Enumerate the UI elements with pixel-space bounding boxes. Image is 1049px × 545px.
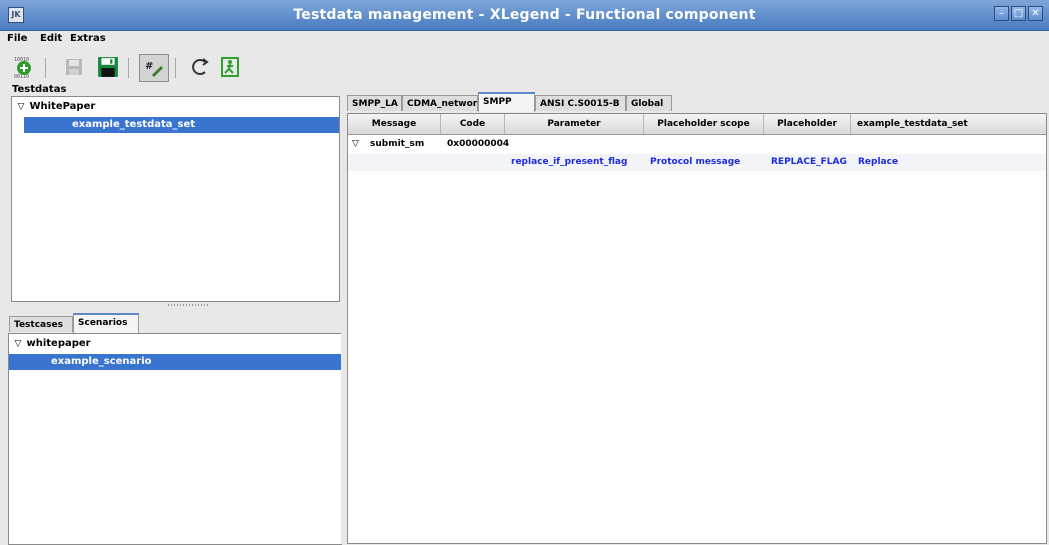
tree-item-label: example_scenario	[51, 356, 152, 367]
scope-cell: Protocol message	[650, 157, 741, 167]
main-tab-bar: SMPP_LA CDMA_network SMPP 3.4 ANSI C.S00…	[347, 92, 1047, 123]
table-header: Message Code Parameter Placeholder scope…	[348, 114, 1046, 135]
column-header-placeholder[interactable]: Placeholder	[764, 114, 851, 134]
close-icon[interactable]: ✕	[1028, 6, 1043, 21]
binary-data-add-icon[interactable]: 10010 00110	[12, 55, 36, 79]
toolbar-separator	[45, 58, 46, 78]
save-icon[interactable]	[96, 55, 120, 79]
toolbar-separator	[175, 58, 176, 78]
scenarios-tree[interactable]: ▽ whitepaper example_scenario	[8, 333, 342, 545]
parameter-cell: replace_if_present_flag	[511, 157, 628, 167]
table-row[interactable]: ▽ submit_sm 0x00000004	[348, 136, 1046, 153]
expanded-triangle-icon[interactable]: ▽	[13, 336, 23, 352]
menu-bar: File Edit Extras	[0, 31, 1049, 48]
tab-testcases[interactable]: Testcases	[9, 316, 73, 332]
tree-item-example-scenario[interactable]: example_scenario	[9, 354, 341, 370]
menu-extras[interactable]: Extras	[70, 33, 106, 44]
expanded-triangle-icon[interactable]: ▽	[16, 99, 26, 115]
tree-item-whitepaper-scenarios[interactable]: ▽ whitepaper	[9, 336, 341, 352]
value-cell[interactable]: Replace	[858, 154, 898, 171]
menu-edit[interactable]: Edit	[40, 33, 62, 44]
tree-item-label: example_testdata_set	[72, 119, 196, 130]
splitter-grip[interactable]	[168, 304, 208, 306]
tab-scenarios[interactable]: Scenarios	[73, 313, 139, 333]
tree-item-whitepaper[interactable]: ▽ WhitePaper	[12, 99, 339, 115]
column-header-example-testdata-set[interactable]: example_testdata_set	[851, 114, 1047, 134]
tab-global[interactable]: Global	[626, 95, 672, 111]
minimize-icon[interactable]: –	[994, 6, 1009, 21]
table-row[interactable]: replace_if_present_flag Protocol message…	[348, 154, 1046, 171]
column-header-code[interactable]: Code	[441, 114, 505, 134]
tab-cdma-network[interactable]: CDMA_network	[402, 95, 483, 111]
column-header-parameter[interactable]: Parameter	[505, 114, 644, 134]
menu-file[interactable]: File	[7, 33, 27, 44]
tab-smpp-la[interactable]: SMPP_LA	[347, 95, 402, 111]
tab-ansi-cs0015b[interactable]: ANSI C.S0015-B	[535, 95, 626, 111]
horizontal-splitter[interactable]	[8, 303, 340, 307]
window-title: Testdata management - XLegend - Function…	[293, 7, 756, 23]
toolbar-separator	[128, 58, 129, 78]
toolbar: 10010 00110 #	[0, 49, 1049, 87]
window-controls: – □ ✕	[994, 6, 1043, 21]
refresh-icon[interactable]	[188, 55, 212, 79]
svg-text:00110: 00110	[14, 74, 29, 79]
column-header-placeholder-scope[interactable]: Placeholder scope	[644, 114, 764, 134]
code-cell: 0x00000004	[447, 139, 510, 149]
title-bar: JK Testdata management - XLegend - Funct…	[0, 0, 1049, 31]
tree-item-label: WhitePaper	[29, 101, 96, 112]
message-cell: submit_sm	[370, 139, 425, 149]
tree-item-example-testdata-set[interactable]: example_testdata_set	[24, 117, 339, 133]
lower-tab-bar: Testcases Scenarios	[9, 313, 339, 333]
edit-pencil-icon[interactable]: #	[139, 54, 169, 82]
expanded-triangle-icon[interactable]: ▽	[352, 136, 359, 153]
maximize-icon[interactable]: □	[1011, 6, 1026, 21]
column-header-message[interactable]: Message	[348, 114, 441, 134]
tab-smpp-3-4[interactable]: SMPP 3.4	[478, 92, 535, 123]
placeholder-cell: REPLACE_FLAG	[771, 157, 847, 167]
testdata-table[interactable]: Message Code Parameter Placeholder scope…	[347, 113, 1047, 544]
testdatas-tree[interactable]: ▽ WhitePaper example_testdata_set	[11, 96, 340, 302]
tree-item-label: whitepaper	[26, 338, 91, 349]
testdatas-label: Testdatas	[12, 84, 67, 95]
exit-icon[interactable]	[218, 55, 242, 79]
save-disabled-icon[interactable]	[62, 55, 86, 79]
svg-text:#: #	[145, 61, 153, 72]
